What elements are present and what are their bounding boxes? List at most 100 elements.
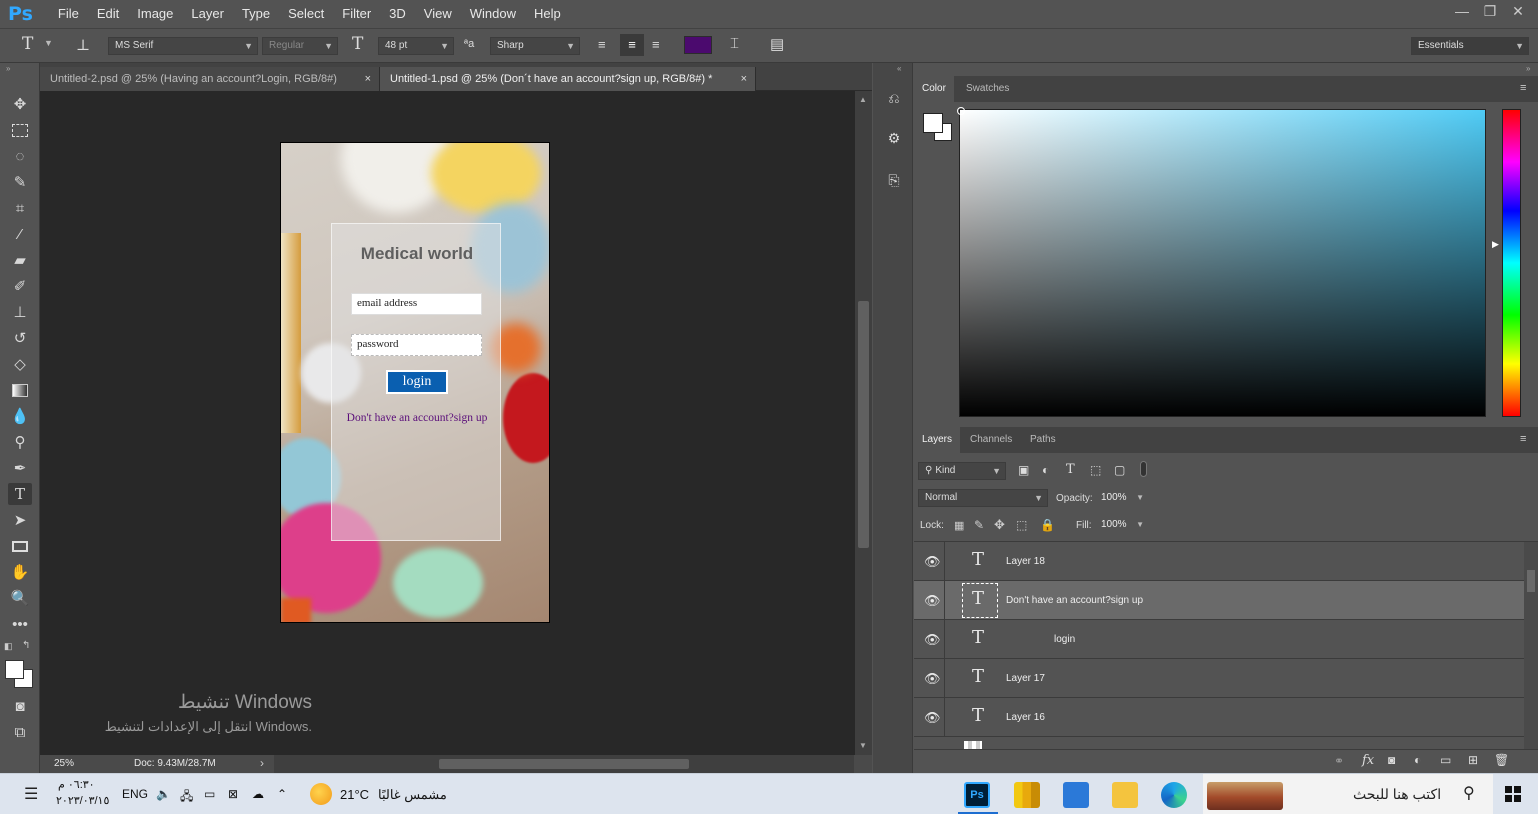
windows-start-icon[interactable] — [1505, 786, 1521, 802]
lock-transparent-icon[interactable]: ▦ — [954, 519, 964, 532]
adjustment-layer-icon[interactable]: ◐ — [1414, 753, 1421, 767]
status-menu-icon[interactable]: › — [260, 756, 264, 770]
panel-menu-icon[interactable]: ≡ — [1520, 82, 1526, 94]
network-icon[interactable]: 🖧 — [180, 787, 193, 808]
store-icon[interactable] — [1063, 782, 1089, 808]
tab-color[interactable]: Color — [914, 76, 954, 102]
filter-pixel-icon[interactable]: ▣ — [1018, 463, 1029, 477]
close-button[interactable]: ✕ — [1504, 0, 1532, 22]
volume-icon[interactable]: 🔈 — [156, 787, 171, 801]
chevron-down-icon[interactable]: ▼ — [1136, 517, 1144, 533]
quick-select-icon[interactable]: ✎ — [8, 171, 32, 193]
hue-slider[interactable] — [1502, 109, 1521, 417]
menu-filter[interactable]: Filter — [333, 0, 380, 28]
notifications-icon[interactable]: ☰ — [24, 784, 38, 804]
menu-type[interactable]: Type — [233, 0, 279, 28]
onedrive-icon[interactable]: ☁ — [252, 787, 264, 801]
layer-filter-kind[interactable]: ⚲ Kind ▼ — [918, 462, 1006, 480]
scrollbar-thumb[interactable] — [1527, 570, 1535, 592]
power-bi-icon[interactable] — [1014, 782, 1040, 808]
tab-untitled-2[interactable]: Untitled-2.psd @ 25% (Having an account?… — [40, 67, 380, 91]
rectangle-icon[interactable] — [8, 535, 32, 557]
type-icon[interactable]: T — [8, 483, 32, 505]
scrollbar-thumb[interactable] — [439, 759, 689, 769]
align-right-icon[interactable]: ≡ — [652, 37, 660, 52]
visibility-eye-icon[interactable]: 👁 — [924, 593, 941, 609]
layer-row[interactable]: 👁 T login — [914, 620, 1524, 659]
align-center-icon[interactable]: ≡ — [620, 34, 644, 56]
delete-layer-icon[interactable]: 🗑 — [1494, 753, 1509, 767]
signup-link[interactable]: Don't have an account?sign up — [332, 412, 502, 424]
align-left-icon[interactable]: ≡ — [598, 37, 606, 52]
fx-icon[interactable]: fx — [1362, 753, 1374, 768]
foreground-color-swatch[interactable] — [5, 660, 24, 679]
scrollbar-thumb[interactable] — [858, 301, 869, 548]
zoom-level[interactable]: 25% — [54, 758, 74, 769]
collapse-icon[interactable]: » — [6, 64, 10, 73]
menu-select[interactable]: Select — [279, 0, 333, 28]
eyedropper-icon[interactable]: ⁄ — [8, 223, 32, 245]
clock-date[interactable]: ٢٠٢٣/٠٣/١٥ — [56, 794, 109, 807]
swap-colors-icon[interactable]: ↰ — [22, 640, 30, 651]
history-icon[interactable]: ⎌ — [883, 87, 905, 109]
move-icon[interactable]: ✥ — [8, 93, 32, 115]
chevron-up-icon[interactable]: ⌃ — [277, 787, 287, 801]
visibility-eye-icon[interactable]: 👁 — [924, 632, 941, 648]
quick-mask-icon[interactable]: ◙ — [8, 695, 32, 717]
menu-3d[interactable]: 3D — [380, 0, 415, 28]
layer-row[interactable]: 👁 T Layer 16 — [914, 698, 1524, 737]
link-layers-icon[interactable]: ⚭ — [1334, 754, 1344, 768]
lock-artboard-icon[interactable]: ⬚ — [1016, 518, 1027, 532]
scroll-up-icon[interactable]: ▲ — [859, 95, 867, 104]
defender-icon[interactable]: ⊠ — [228, 787, 238, 801]
lock-image-icon[interactable]: ✎ — [974, 518, 984, 532]
foreground-color-swatch[interactable] — [923, 113, 943, 133]
tab-channels[interactable]: Channels — [962, 427, 1020, 453]
photoshop-taskbar-icon[interactable]: Ps — [964, 782, 990, 808]
opacity-input[interactable]: 100% ▼ — [1098, 490, 1148, 508]
filter-type-icon[interactable]: T — [1066, 462, 1075, 477]
layers-scrollbar[interactable] — [1524, 542, 1538, 749]
color-field[interactable] — [959, 109, 1486, 417]
text-orientation-icon[interactable]: ⊥ — [76, 36, 90, 54]
weather-temp[interactable]: 21°C — [340, 787, 369, 802]
font-size-select[interactable]: 48 pt ▼ — [378, 37, 454, 55]
menu-help[interactable]: Help — [525, 0, 570, 28]
language-indicator[interactable]: ENG — [122, 787, 148, 801]
layer-row[interactable]: 👁 T Layer 18 — [914, 542, 1524, 581]
fill-input[interactable]: 100% ▼ — [1098, 517, 1148, 535]
default-colors-icon[interactable]: ◧ — [4, 641, 13, 652]
hue-slider-handle[interactable]: ▶ — [1492, 239, 1499, 250]
scroll-down-icon[interactable]: ▼ — [859, 741, 867, 750]
file-explorer-icon[interactable] — [1112, 782, 1138, 808]
properties-icon[interactable]: ⚙ — [883, 127, 905, 149]
dodge-icon[interactable]: ⚲ — [8, 431, 32, 453]
close-tab-icon[interactable]: × — [741, 67, 747, 91]
lasso-icon[interactable]: ◌ — [8, 145, 32, 167]
password-field[interactable]: password — [351, 334, 482, 356]
close-tab-icon[interactable]: × — [365, 67, 371, 91]
menu-layer[interactable]: Layer — [182, 0, 233, 28]
blend-mode-select[interactable]: Normal ▼ — [918, 489, 1048, 507]
edge-icon[interactable] — [1161, 782, 1187, 808]
stamp-icon[interactable]: ⊥ — [8, 301, 32, 323]
layer-row[interactable]: 👁 T Layer 17 — [914, 659, 1524, 698]
canvas-vertical-scrollbar[interactable]: ▲ ▼ — [855, 91, 872, 755]
font-family-select[interactable]: MS Serif ▼ — [108, 37, 258, 55]
visibility-eye-icon[interactable]: 👁 — [924, 710, 941, 726]
canvas-horizontal-scrollbar[interactable] — [274, 755, 854, 773]
lock-all-icon[interactable]: 🔒 — [1040, 518, 1055, 532]
marquee-icon[interactable] — [8, 119, 32, 141]
blur-icon[interactable]: 💧 — [8, 405, 32, 427]
more-icon[interactable]: ••• — [8, 613, 32, 635]
panel-menu-icon[interactable]: ≡ — [1520, 433, 1526, 445]
menu-edit[interactable]: Edit — [88, 0, 128, 28]
history-brush-icon[interactable]: ↺ — [8, 327, 32, 349]
path-select-icon[interactable]: ➤ — [8, 509, 32, 531]
chevron-down-icon[interactable]: ▼ — [44, 38, 53, 48]
crop-icon[interactable]: ⌗ — [8, 197, 32, 219]
tab-paths[interactable]: Paths — [1022, 427, 1064, 453]
healing-icon[interactable]: ▰ — [8, 249, 32, 271]
color-picker-cursor[interactable] — [957, 107, 965, 115]
battery-icon[interactable]: ▭ — [204, 787, 215, 801]
